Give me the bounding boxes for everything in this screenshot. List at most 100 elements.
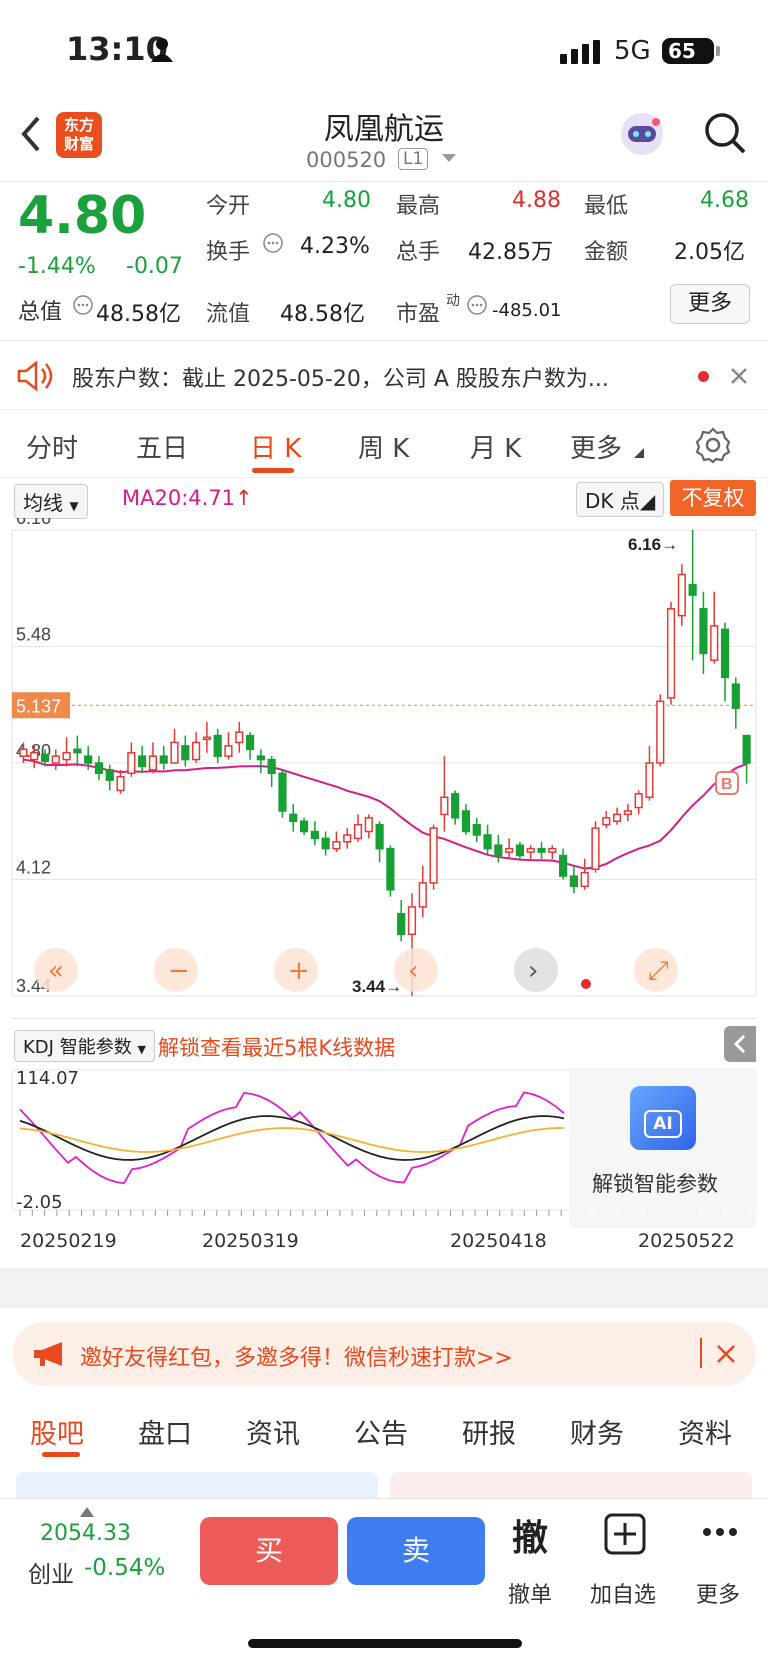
candle-body	[483, 834, 492, 850]
volume-label: 总手	[396, 240, 441, 265]
info-dots-icon[interactable]	[466, 294, 488, 316]
cancel-order-label[interactable]: 撤单	[508, 1577, 552, 1609]
more-icon[interactable]	[702, 1527, 738, 1537]
candle-body	[170, 741, 179, 764]
info-dots-icon[interactable]	[72, 294, 94, 316]
kdj-min-label: -2.05	[16, 1192, 63, 1213]
candle-body	[537, 847, 546, 853]
candlestick-chart[interactable]: 6.165.484.804.123.445.1376.16→3.44→B«−+‹…	[0, 518, 768, 1008]
float-label: 流值	[206, 302, 251, 327]
tab-guba[interactable]: 股吧	[30, 1412, 84, 1451]
more-label[interactable]: 更多	[696, 1577, 740, 1609]
ai-unlock-card[interactable]: AI 解锁智能参数	[570, 1068, 756, 1228]
y-tick-label: 5.48	[16, 625, 51, 645]
index-pct[interactable]: -0.54%	[84, 1555, 165, 1581]
kdj-select[interactable]: KDJ 智能参数 ▼	[14, 1030, 155, 1062]
candle-body	[321, 837, 330, 850]
candle-body	[386, 847, 395, 891]
ai-unlock-text: 解锁智能参数	[592, 1172, 718, 1196]
chevron-left-icon	[733, 1034, 746, 1054]
index-name[interactable]: 创业	[28, 1555, 74, 1589]
triangle-up-icon	[80, 1507, 94, 1517]
chevron-down-icon[interactable]	[442, 154, 456, 164]
close-icon[interactable]	[716, 1344, 736, 1364]
tab-five-day[interactable]: 五日	[136, 428, 188, 465]
gear-icon[interactable]	[694, 426, 732, 464]
collapse-panel-button[interactable]	[724, 1026, 756, 1062]
change-amount: -0.07	[126, 254, 183, 279]
notice-text: 股东户数：截止 2025-05-20，公司 A 股股东户数为...	[72, 367, 609, 392]
period-tabs: 分时 五日 日 K 周 K 月 K 更多	[0, 410, 768, 478]
candle-body	[299, 820, 309, 833]
more-quote-button[interactable]: 更多	[670, 284, 750, 324]
tab-weekly-k[interactable]: 周 K	[358, 428, 409, 465]
pe-label: 市盈	[396, 302, 441, 327]
tab-research[interactable]: 研报	[462, 1412, 516, 1451]
search-icon[interactable]	[702, 110, 748, 156]
invite-banner[interactable]: 邀好友得红包，多邀多得！微信秒速打款>>	[12, 1322, 756, 1386]
kline-chart-area: 均线 ▼ MA20:4.71↑ DK 点◢ 不复权 6.165.484.804.…	[0, 478, 768, 1308]
candle-body	[602, 817, 611, 826]
person-icon	[151, 38, 173, 62]
banner-text: 邀好友得红包，多邀多得！微信秒速打款>>	[80, 1346, 513, 1371]
tab-finance[interactable]: 财务	[570, 1412, 624, 1451]
info-dots-icon[interactable]	[262, 232, 284, 254]
tab-monthly-k[interactable]: 月 K	[470, 428, 521, 465]
candle-body	[699, 608, 708, 655]
fullscreen-button-glyph: ⤢	[648, 956, 669, 986]
candle-body	[720, 628, 730, 679]
candle-body	[688, 584, 697, 596]
pe-superscript: 动	[446, 293, 460, 309]
mktcap-value: 48.58亿	[96, 302, 181, 327]
tab-profile[interactable]: 资料	[678, 1412, 732, 1451]
stock-code: 000520	[306, 148, 387, 172]
shareholder-notice[interactable]: 股东户数：截止 2025-05-20，公司 A 股股东户数为...	[0, 340, 768, 410]
candle-body	[245, 734, 255, 751]
candle-body	[612, 813, 622, 823]
unread-dot	[698, 371, 709, 382]
last-price: 4.80	[18, 186, 147, 246]
zoom-out-button-glyph: −	[168, 956, 190, 986]
open-value: 4.80	[322, 188, 371, 213]
mktcap-label: 总值	[18, 300, 63, 325]
candle-body	[559, 854, 568, 877]
info-tabs: 股吧 盘口 资讯 公告 研报 财务 资料	[0, 1398, 768, 1458]
tab-news[interactable]: 资讯	[246, 1412, 300, 1451]
change-percent: -1.44%	[18, 254, 96, 279]
candle-body	[51, 755, 60, 764]
adjust-toggle[interactable]: 不复权	[670, 480, 756, 516]
candle-body	[148, 755, 158, 771]
sell-button[interactable]: 卖	[347, 1517, 485, 1585]
buy-button[interactable]: 买	[200, 1517, 338, 1585]
candle-body	[235, 731, 244, 744]
ma-select[interactable]: 均线 ▼	[14, 484, 88, 519]
candle-body	[666, 608, 676, 699]
candle-body	[278, 772, 287, 812]
kdj-unlock-text[interactable]: 解锁查看最近5根K线数据	[158, 1032, 395, 1062]
add-watchlist-label[interactable]: 加自选	[590, 1577, 656, 1609]
dk-point-select[interactable]: DK 点◢	[576, 482, 665, 517]
candle-body	[62, 751, 71, 761]
scroll-left-button-glyph: ‹	[408, 956, 418, 986]
cancel-order-icon[interactable]: 撤	[512, 1509, 548, 1561]
kdj-k-line	[19, 1115, 565, 1161]
close-icon[interactable]	[730, 367, 748, 385]
tab-more[interactable]: 更多	[570, 428, 622, 465]
candle-body	[267, 758, 276, 775]
tab-announcement[interactable]: 公告	[354, 1412, 408, 1451]
candle-body	[289, 813, 298, 823]
index-value[interactable]: 2054.33	[40, 1521, 131, 1546]
tab-intraday[interactable]: 分时	[26, 428, 78, 465]
candle-body	[127, 751, 136, 775]
add-watchlist-icon[interactable]	[604, 1513, 646, 1555]
tab-pankou[interactable]: 盘口	[138, 1412, 192, 1451]
robot-assistant-icon[interactable]	[618, 110, 666, 158]
candle-body	[515, 844, 525, 857]
ma20-text: MA20:4.71↑	[122, 486, 253, 510]
candle-body	[742, 734, 751, 764]
candle-body	[569, 875, 578, 888]
candle-body	[548, 847, 557, 853]
tab-daily-k[interactable]: 日 K	[250, 428, 301, 465]
kdj-d-line	[19, 1127, 565, 1153]
candle-body	[343, 834, 352, 843]
